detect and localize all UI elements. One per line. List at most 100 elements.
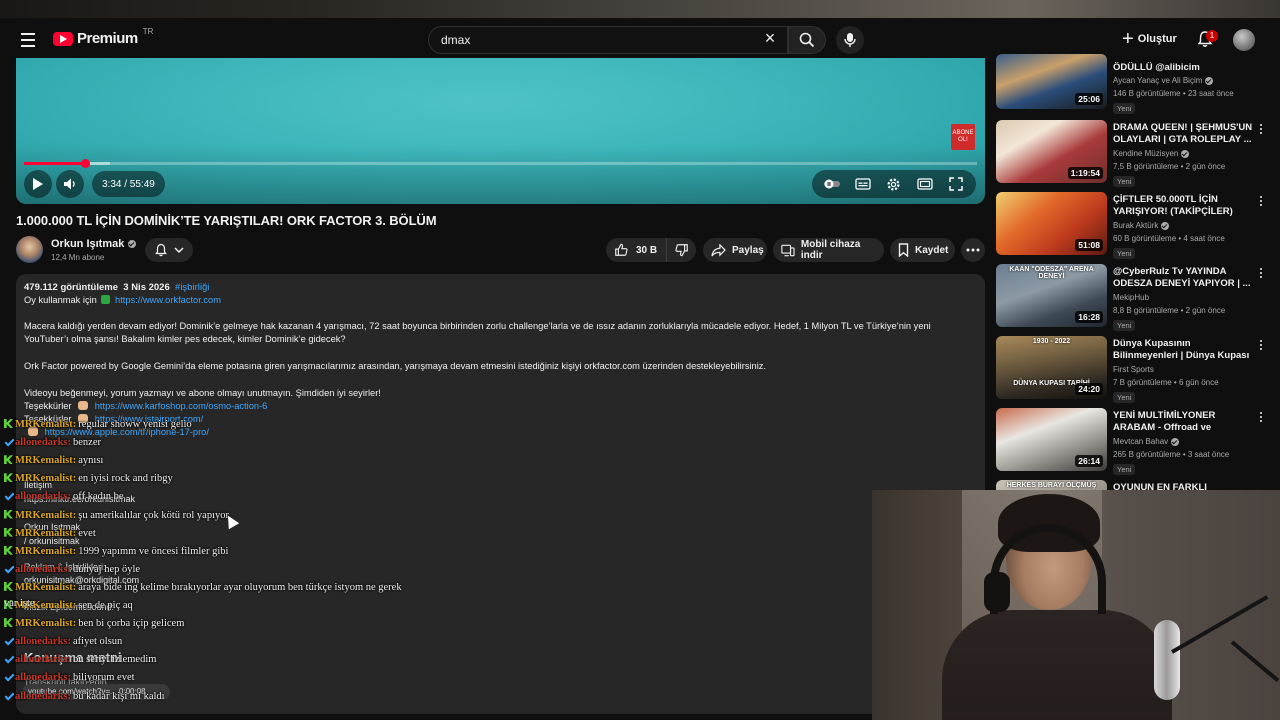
search-input[interactable] <box>429 27 749 53</box>
search-box <box>428 26 788 54</box>
channel-name-link[interactable]: Orkun Işıtmak <box>51 238 137 250</box>
related-channel[interactable]: Kendine Müzisyen <box>1113 149 1190 158</box>
related-channel-name: MekipHub <box>1113 293 1150 302</box>
chat-username[interactable]: MRKemalist <box>15 528 73 539</box>
related-video-item[interactable]: 1:19:54 DRAMA QUEEN! | ŞEHMUS'UN OLAYLARI… <box>996 120 1272 187</box>
chat-text: 1999 yapımm ve öncesi filmler gibi <box>78 545 229 557</box>
related-channel[interactable]: First Sports <box>1113 365 1154 374</box>
video-thumbnail[interactable]: KAAN "ODESZA" ARENA DENEYİ 16:28 <box>996 264 1107 327</box>
autoplay-toggle[interactable] <box>821 173 843 195</box>
upload-date: 3 Nis 2026 <box>123 282 170 293</box>
kebab-dot <box>1260 204 1262 206</box>
hashtag-link[interactable]: #işbirliği <box>175 282 209 293</box>
settings-button[interactable] <box>883 173 905 195</box>
chat-username[interactable]: allonedarks <box>15 672 68 683</box>
related-video-item[interactable]: 26:14 YENİ MULTİMİLYONER ARABAM - Offroad… <box>996 408 1272 475</box>
progress-bar[interactable] <box>24 159 977 168</box>
chat-username[interactable]: allonedarks <box>15 437 68 448</box>
chat-message: allonedarks: dunyaj hep öyle <box>4 564 140 575</box>
chat-username[interactable]: MRKemalist <box>15 455 73 466</box>
more-actions-button[interactable] <box>961 238 985 262</box>
chat-message: allonedarks: afiyet olsun <box>4 636 122 647</box>
related-video-item[interactable]: 25:06 ÖDÜLLÜ @alibicim Aycan Yanaç ve Ali … <box>996 54 1272 124</box>
progress-scrubber[interactable] <box>80 159 90 168</box>
chat-username[interactable]: allonedarks <box>15 636 68 647</box>
subtitles-button[interactable] <box>852 173 874 195</box>
related-video-item[interactable]: 1930 - 2022 DÜNYA KUPASI TARİHİ 24:20 Dünya… <box>996 336 1272 403</box>
thanks-line-1: Teşekkürler https://www.karfoshop.com/os… <box>24 400 267 413</box>
chat-username[interactable]: MRKemalist <box>15 473 73 484</box>
search-button[interactable] <box>788 26 826 54</box>
subscribed-notifications-button[interactable] <box>145 238 193 262</box>
related-video-title[interactable]: ÇİFTLER 50.000TL İÇİN YARIŞIYOR! (TAKİPÇ… <box>1113 194 1253 218</box>
mute-button[interactable] <box>56 170 84 198</box>
fullscreen-button[interactable] <box>945 173 967 195</box>
more-vertical-icon[interactable] <box>1256 122 1266 136</box>
thanks-link-1[interactable]: https://www.karfoshop.com/osmo-action-6 <box>95 401 268 411</box>
chat-message: MRKemalist: en iyisi rock and ribgy <box>4 473 173 484</box>
plus-icon: + <box>1122 28 1134 50</box>
youtube-premium-logo[interactable]: Premium TR <box>53 27 153 47</box>
chat-text: ben bi çorba içip gelicem <box>78 618 185 630</box>
related-video-title[interactable]: @CyberRulz Tv YAYINDA ODESZA DENEYİ YAPI… <box>1113 266 1253 290</box>
related-channel[interactable]: MekipHub <box>1113 293 1149 302</box>
new-badge: Yeni <box>1113 464 1136 475</box>
related-channel-name: Mevtcan Bahav <box>1113 437 1169 446</box>
mobile-label: Mobil cihaza indir <box>800 239 861 261</box>
voice-search-button[interactable] <box>836 26 864 54</box>
chat-username[interactable]: allonedarks <box>15 654 68 665</box>
related-video-item[interactable]: KAAN "ODESZA" ARENA DENEYİ 16:28 @CyberRul… <box>996 264 1272 331</box>
like-button[interactable]: 30 B <box>606 238 667 262</box>
related-channel[interactable]: Burak Aktürk <box>1113 221 1170 230</box>
save-button[interactable]: Kaydet <box>890 238 955 262</box>
related-channel[interactable]: Aycan Yanaç ve Ali Biçim <box>1113 76 1214 85</box>
related-video-title[interactable]: DRAMA QUEEN! | ŞEHMUS'UN OLAYLARI | GTA … <box>1113 122 1253 146</box>
more-vertical-icon[interactable] <box>1256 194 1266 208</box>
related-video-title[interactable]: ÖDÜLLÜ @alibicim <box>1113 62 1253 74</box>
more-vertical-icon[interactable] <box>1256 266 1266 280</box>
video-thumbnail[interactable]: 25:06 <box>996 54 1107 109</box>
logo-text: Premium <box>77 30 138 47</box>
menu-button[interactable] <box>16 28 40 52</box>
chat-separator: : <box>72 581 77 593</box>
chat-message: MRKemalist: ben bi çorba içip gelicem <box>4 618 184 629</box>
chat-username[interactable]: MRKemalist <box>15 618 73 629</box>
thanks-label: Teşekkürler <box>24 401 72 411</box>
share-button[interactable]: Paylaş <box>703 238 767 262</box>
channel-avatar[interactable] <box>16 236 43 263</box>
thumbs-up-icon <box>615 243 628 256</box>
kebab-dot <box>1260 340 1262 342</box>
more-vertical-icon[interactable] <box>1256 410 1266 424</box>
clear-search-icon[interactable]: × <box>762 29 778 47</box>
account-avatar[interactable] <box>1233 29 1255 51</box>
chat-username[interactable]: allonedarks <box>15 564 68 575</box>
chat-username[interactable]: MRKemalist <box>15 510 73 521</box>
theater-mode-button[interactable] <box>914 173 936 195</box>
send-to-mobile-button[interactable]: Mobil cihaza indir <box>773 238 884 262</box>
chat-username[interactable]: allonedarks <box>15 691 68 702</box>
chat-username[interactable]: MRKemalist <box>15 419 73 430</box>
chat-text: sen de piç aq <box>78 600 133 611</box>
vote-link[interactable]: https://www.orkfactor.com <box>115 295 221 305</box>
related-meta: 7,5 B görüntüleme • 2 gün önce <box>1113 162 1226 171</box>
related-channel[interactable]: Mevtcan Bahav <box>1113 437 1180 446</box>
related-video-item[interactable]: 51:08 ÇİFTLER 50.000TL İÇİN YARIŞIYOR! (T… <box>996 192 1272 259</box>
related-channel-name: Kendine Müzisyen <box>1113 149 1179 158</box>
description-box[interactable]: 479.112 görüntüleme 3 Nis 2026 #işbirliğ… <box>16 274 985 714</box>
dislike-button[interactable] <box>667 238 696 262</box>
play-button[interactable] <box>24 170 52 198</box>
end-card-subscribe[interactable]: ABONE OL! <box>951 124 975 150</box>
related-video-title[interactable]: Dünya Kupasının Bilinmeyenleri | Dünya K… <box>1113 338 1253 362</box>
create-button[interactable]: + Oluştur <box>1122 28 1177 50</box>
video-thumbnail[interactable]: 26:14 <box>996 408 1107 471</box>
bookmark-icon <box>898 243 909 257</box>
video-player[interactable]: ABONE OL! 3:34 / 55:49 <box>16 58 985 204</box>
chat-username[interactable]: MRKemalist <box>15 582 73 593</box>
video-thumbnail[interactable]: 1930 - 2022 DÜNYA KUPASI TARİHİ 24:20 <box>996 336 1107 399</box>
video-thumbnail[interactable]: 51:08 <box>996 192 1107 255</box>
video-thumbnail[interactable]: 1:19:54 <box>996 120 1107 183</box>
chat-username[interactable]: allonedarks <box>15 491 68 502</box>
chat-username[interactable]: MRKemalist <box>15 546 73 557</box>
more-vertical-icon[interactable] <box>1256 338 1266 352</box>
related-video-title[interactable]: YENİ MULTİMİLYONER ARABAM - Offroad ve d… <box>1113 410 1253 434</box>
